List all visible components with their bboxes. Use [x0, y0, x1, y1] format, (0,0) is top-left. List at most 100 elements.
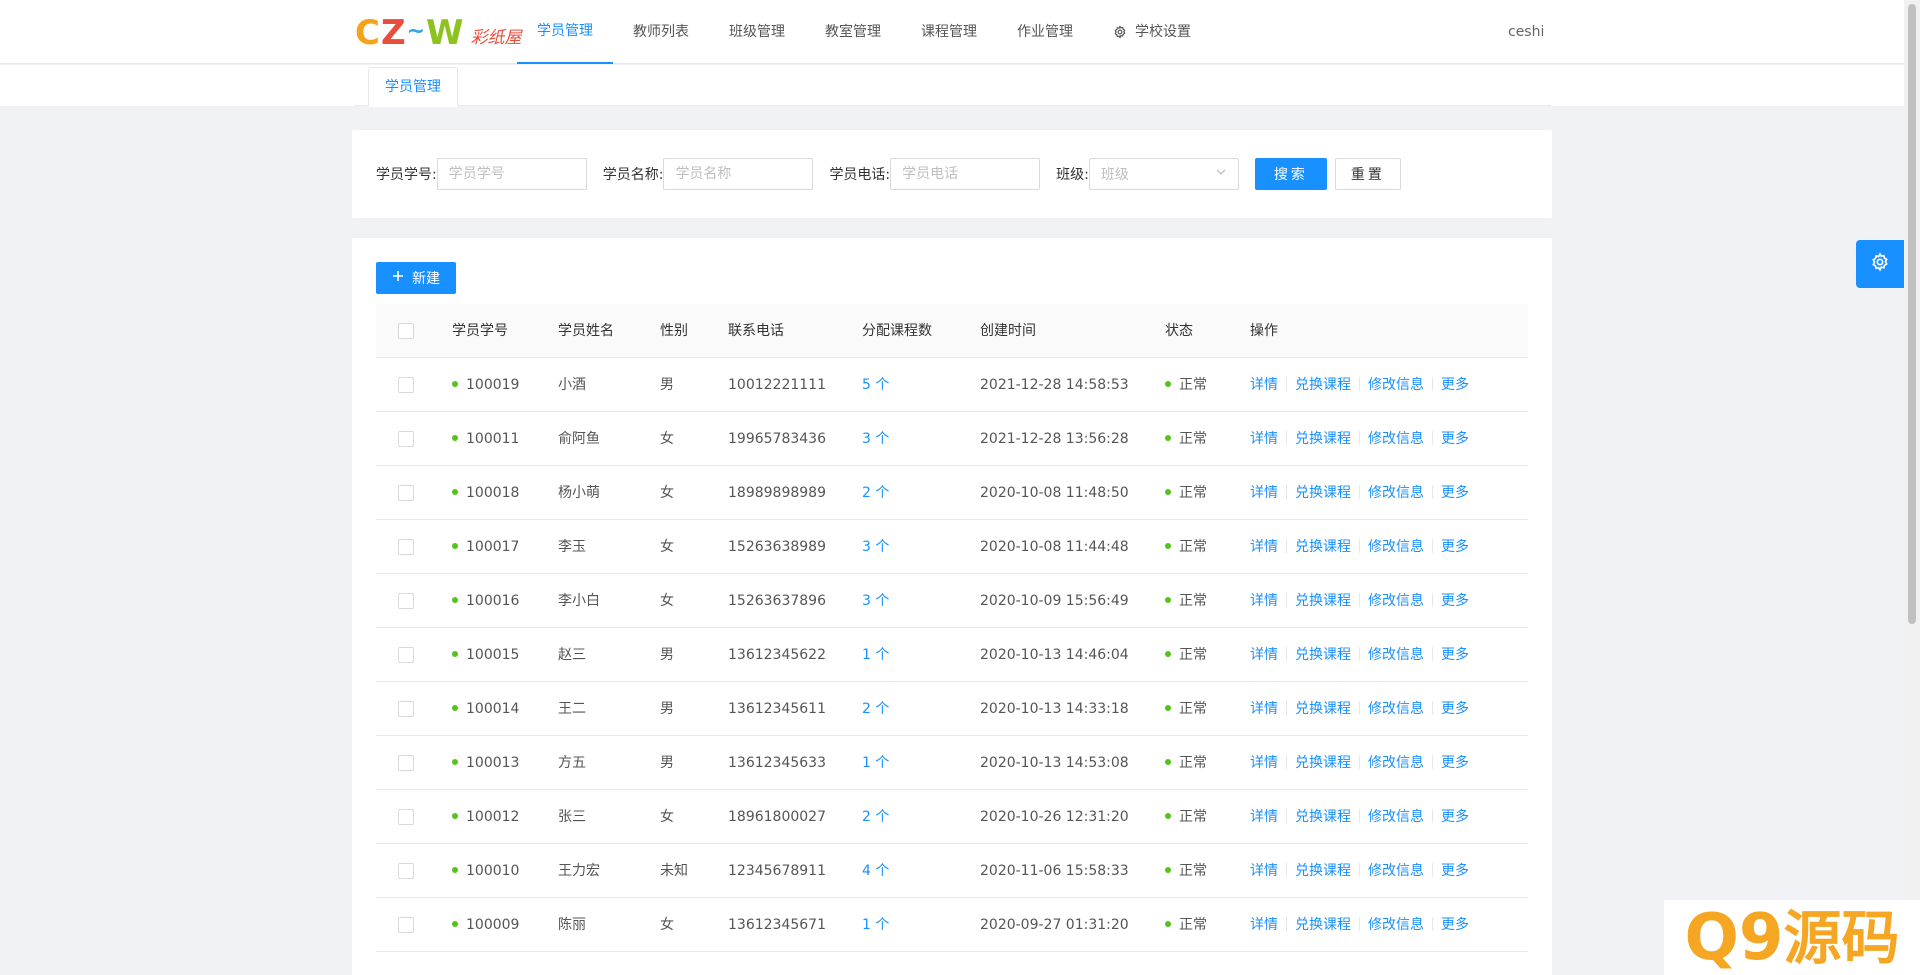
cell-course-count[interactable]: 4 个: [862, 844, 889, 898]
action-more-link[interactable]: 更多: [1441, 701, 1469, 717]
row-checkbox[interactable]: [398, 863, 414, 879]
nav-item-courses[interactable]: 课程管理: [901, 0, 997, 64]
action-more-link[interactable]: 更多: [1441, 593, 1469, 609]
action-redeem-course-link[interactable]: 兑换课程: [1295, 647, 1351, 663]
action-detail-link[interactable]: 详情: [1250, 647, 1278, 663]
action-redeem-course-link[interactable]: 兑换课程: [1295, 485, 1351, 501]
cell-status: 正常: [1165, 790, 1207, 844]
action-detail-link[interactable]: 详情: [1250, 701, 1278, 717]
action-redeem-course-link[interactable]: 兑换课程: [1295, 809, 1351, 825]
logo-text: 彩纸屋: [470, 27, 522, 48]
search-button[interactable]: 搜索: [1254, 158, 1327, 190]
student-id-text: 100012: [466, 809, 520, 825]
cell-course-count[interactable]: 1 个: [862, 736, 889, 790]
action-detail-link[interactable]: 详情: [1250, 485, 1278, 501]
student-id-input[interactable]: [436, 158, 587, 190]
action-edit-info-link[interactable]: 修改信息: [1368, 863, 1424, 879]
row-checkbox[interactable]: [398, 431, 414, 447]
action-edit-info-link[interactable]: 修改信息: [1368, 701, 1424, 717]
action-edit-info-link[interactable]: 修改信息: [1368, 809, 1424, 825]
action-divider: [1286, 755, 1287, 769]
cell-course-count[interactable]: 5 个: [862, 358, 889, 412]
row-checkbox[interactable]: [398, 809, 414, 825]
scrollbar-thumb[interactable]: [1908, 4, 1916, 624]
nav-item-school-settings[interactable]: 学校设置: [1093, 0, 1211, 64]
row-checkbox[interactable]: [398, 701, 414, 717]
action-more-link[interactable]: 更多: [1441, 377, 1469, 393]
nav-item-homework[interactable]: 作业管理: [997, 0, 1093, 64]
action-detail-link[interactable]: 详情: [1250, 863, 1278, 879]
action-detail-link[interactable]: 详情: [1250, 377, 1278, 393]
action-more-link[interactable]: 更多: [1441, 755, 1469, 771]
logo[interactable]: CZ~W 彩纸屋: [355, 12, 522, 53]
action-redeem-course-link[interactable]: 兑换课程: [1295, 701, 1351, 717]
action-more-link[interactable]: 更多: [1441, 809, 1469, 825]
user-name[interactable]: ceshi: [1508, 0, 1544, 64]
action-edit-info-link[interactable]: 修改信息: [1368, 539, 1424, 555]
cell-course-count[interactable]: 3 个: [862, 412, 889, 466]
student-name-input[interactable]: [663, 158, 814, 190]
action-edit-info-link[interactable]: 修改信息: [1368, 917, 1424, 933]
action-redeem-course-link[interactable]: 兑换课程: [1295, 377, 1351, 393]
action-divider: [1432, 647, 1433, 661]
cell-created-time: 2020-10-13 14:46:04: [980, 647, 1129, 663]
row-checkbox[interactable]: [398, 917, 414, 933]
action-detail-link[interactable]: 详情: [1250, 917, 1278, 933]
action-more-link[interactable]: 更多: [1441, 647, 1469, 663]
class-select[interactable]: 班级: [1088, 158, 1239, 190]
nav-label: 学员管理: [537, 22, 593, 39]
action-edit-info-link[interactable]: 修改信息: [1368, 377, 1424, 393]
action-edit-info-link[interactable]: 修改信息: [1368, 431, 1424, 447]
cell-course-count[interactable]: 2 个: [862, 790, 889, 844]
cell-course-count[interactable]: 1 个: [862, 628, 889, 682]
nav-item-students[interactable]: 学员管理: [517, 0, 613, 64]
nav-item-classes[interactable]: 班级管理: [709, 0, 805, 64]
action-edit-info-link[interactable]: 修改信息: [1368, 593, 1424, 609]
action-detail-link[interactable]: 详情: [1250, 431, 1278, 447]
floating-settings-button[interactable]: [1856, 240, 1904, 288]
action-detail-link[interactable]: 详情: [1250, 539, 1278, 555]
action-more-link[interactable]: 更多: [1441, 863, 1469, 879]
nav-item-classrooms[interactable]: 教室管理: [805, 0, 901, 64]
action-redeem-course-link[interactable]: 兑换课程: [1295, 755, 1351, 771]
action-redeem-course-link[interactable]: 兑换课程: [1295, 539, 1351, 555]
action-edit-info-link[interactable]: 修改信息: [1368, 485, 1424, 501]
new-student-button[interactable]: 新建: [376, 262, 456, 294]
row-checkbox[interactable]: [398, 539, 414, 555]
action-more-link[interactable]: 更多: [1441, 539, 1469, 555]
table-row: 100019 小酒 男 10012221111 5 个 2021-12-28 14:58:…: [376, 358, 1528, 412]
row-checkbox[interactable]: [398, 647, 414, 663]
cell-gender: 女: [660, 485, 674, 501]
action-redeem-course-link[interactable]: 兑换课程: [1295, 863, 1351, 879]
action-redeem-course-link[interactable]: 兑换课程: [1295, 431, 1351, 447]
status-text: 正常: [1179, 755, 1207, 771]
cell-course-count[interactable]: 3 个: [862, 520, 889, 574]
select-all-checkbox[interactable]: [398, 323, 414, 339]
action-more-link[interactable]: 更多: [1441, 485, 1469, 501]
action-edit-info-link[interactable]: 修改信息: [1368, 755, 1424, 771]
action-redeem-course-link[interactable]: 兑换课程: [1295, 593, 1351, 609]
nav-item-teachers[interactable]: 教师列表: [613, 0, 709, 64]
row-checkbox[interactable]: [398, 377, 414, 393]
row-checkbox[interactable]: [398, 755, 414, 771]
action-detail-link[interactable]: 详情: [1250, 755, 1278, 771]
column-header: 学员学号: [452, 323, 508, 339]
phone-input[interactable]: [890, 158, 1041, 190]
row-checkbox[interactable]: [398, 485, 414, 501]
page-scrollbar[interactable]: [1904, 0, 1920, 975]
status-text: 正常: [1179, 647, 1207, 663]
row-checkbox[interactable]: [398, 593, 414, 609]
cell-course-count[interactable]: 2 个: [862, 466, 889, 520]
reset-button[interactable]: 重置: [1334, 158, 1401, 190]
cell-course-count[interactable]: 1 个: [862, 898, 889, 952]
action-more-link[interactable]: 更多: [1441, 431, 1469, 447]
action-detail-link[interactable]: 详情: [1250, 593, 1278, 609]
action-more-link[interactable]: 更多: [1441, 917, 1469, 933]
action-redeem-course-link[interactable]: 兑换课程: [1295, 917, 1351, 933]
status-dot: [452, 813, 458, 819]
cell-course-count[interactable]: 3 个: [862, 574, 889, 628]
action-detail-link[interactable]: 详情: [1250, 809, 1278, 825]
action-edit-info-link[interactable]: 修改信息: [1368, 647, 1424, 663]
cell-course-count[interactable]: 2 个: [862, 682, 889, 736]
tab-students[interactable]: 学员管理: [368, 67, 458, 107]
